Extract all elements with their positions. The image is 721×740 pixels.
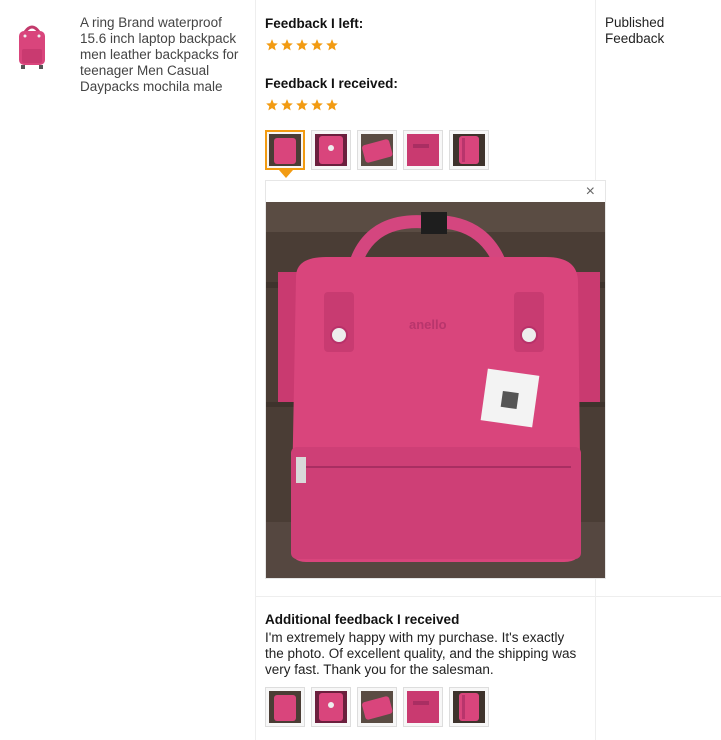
- star-icon: [280, 98, 294, 112]
- star-icon: [265, 38, 279, 52]
- photo-thumbnail[interactable]: [311, 130, 351, 170]
- photo-thumbnail[interactable]: [449, 687, 489, 727]
- published-status: Published Feedback: [605, 15, 665, 46]
- column-divider-left: [255, 0, 256, 740]
- star-icon: [295, 98, 309, 112]
- feedback-left-label: Feedback I left:: [265, 16, 364, 31]
- feedback-photo[interactable]: anello: [266, 202, 605, 578]
- photo-thumbnail[interactable]: [265, 130, 305, 170]
- product-title[interactable]: A ring Brand waterproof 15.6 inch laptop…: [80, 15, 250, 95]
- additional-feedback-title: Additional feedback I received: [265, 612, 460, 627]
- row-divider: [255, 596, 721, 597]
- bag-brand-text: anello: [409, 317, 447, 332]
- photo-thumbnail[interactable]: [265, 687, 305, 727]
- star-icon: [295, 38, 309, 52]
- star-icon: [325, 38, 339, 52]
- star-icon: [280, 38, 294, 52]
- additional-feedback-text: I'm extremely happy with my purchase. It…: [265, 630, 577, 677]
- photo-thumbnail[interactable]: [357, 130, 397, 170]
- photo-thumbnail[interactable]: [449, 130, 489, 170]
- feedback-received-label: Feedback I received:: [265, 76, 398, 91]
- received-photo-thumbnails: [265, 130, 489, 170]
- star-icon: [325, 98, 339, 112]
- star-icon: [265, 98, 279, 112]
- photo-thumbnail[interactable]: [403, 687, 443, 727]
- product-thumbnail[interactable]: [13, 22, 51, 70]
- photo-viewer: × anello: [265, 180, 606, 579]
- photo-thumbnail[interactable]: [311, 687, 351, 727]
- star-icon: [310, 98, 324, 112]
- close-icon[interactable]: ×: [586, 183, 595, 201]
- selected-photo-caret: [279, 170, 293, 178]
- photo-thumbnail[interactable]: [403, 130, 443, 170]
- star-icon: [310, 38, 324, 52]
- feedback-left-stars: [265, 38, 339, 52]
- backpack-icon: [19, 25, 45, 69]
- additional-photo-thumbnails: [265, 687, 489, 727]
- photo-thumbnail[interactable]: [357, 687, 397, 727]
- feedback-received-stars: [265, 98, 339, 112]
